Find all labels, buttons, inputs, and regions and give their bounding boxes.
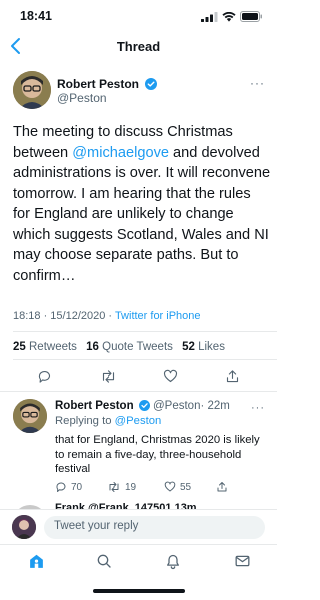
retweets-stat[interactable]: 25 Retweets — [13, 341, 77, 353]
mention-link[interactable]: @michaelgove — [72, 145, 169, 161]
like-icon[interactable] — [164, 481, 176, 493]
reply-retweet-action[interactable]: 19 — [107, 481, 136, 493]
reply-action-bar: 70 19 55 — [55, 481, 265, 495]
retweets-count: 25 — [13, 341, 26, 353]
reply-author-name[interactable]: Robert Peston — [55, 400, 134, 412]
main-tweet[interactable]: Robert Peston @Peston ··· The meeting to… — [0, 60, 277, 360]
replying-to-link[interactable]: @Peston — [115, 415, 162, 427]
navigation-header: Thread — [0, 34, 277, 60]
tweet-action-bar — [0, 369, 277, 389]
tweet-timestamp: 18:18 · 15/12/2020 — [13, 310, 106, 322]
reply-icon[interactable] — [55, 481, 67, 493]
replying-to: Replying to @Peston — [55, 415, 161, 427]
reply-input[interactable]: Tweet your reply — [44, 516, 265, 539]
reply-tweet[interactable]: Robert Peston @Peston· 22m ··· Replying … — [0, 395, 277, 495]
likes-count: 52 — [182, 341, 195, 353]
share-icon[interactable] — [216, 481, 228, 493]
reply-text: that for England, Christmas 2020 is like… — [55, 434, 260, 476]
bottom-tab-bar — [0, 544, 277, 578]
reply-like-action[interactable]: 55 — [164, 481, 191, 493]
likes-stat[interactable]: 52 Likes — [182, 341, 225, 353]
like-icon[interactable] — [163, 369, 178, 384]
page-title: Thread — [116, 39, 161, 54]
messages-icon[interactable] — [234, 553, 251, 569]
reply-share-action[interactable] — [216, 481, 228, 493]
reply-reply-action[interactable]: 70 — [55, 481, 82, 493]
user-avatar[interactable] — [12, 515, 36, 539]
tweet-stats: 25 Retweets 16 Quote Tweets 52 Likes — [13, 341, 231, 353]
more-options-button[interactable]: ··· — [250, 76, 265, 90]
likes-label: Likes — [198, 341, 225, 353]
like-count: 55 — [180, 481, 192, 493]
battery-icon — [240, 11, 262, 22]
divider — [13, 331, 277, 332]
retweets-label: Retweets — [29, 341, 77, 353]
avatar-image — [13, 71, 51, 109]
author-handle[interactable]: @Peston — [57, 91, 107, 105]
avatar-image — [13, 399, 47, 433]
replying-to-prefix: Replying to — [55, 415, 115, 427]
avatar[interactable] — [13, 399, 47, 433]
share-icon[interactable] — [225, 369, 240, 384]
reply-time: · 22m — [200, 400, 230, 412]
avatar[interactable] — [13, 71, 51, 109]
tweet-text: The meeting to discuss Christmas between… — [13, 122, 271, 286]
reply-header: Robert Peston @Peston· 22m — [55, 400, 230, 412]
verified-icon — [145, 78, 158, 90]
tweet-meta: 18:18 · 15/12/2020 · Twitter for iPhone — [13, 310, 201, 322]
quote-tweets-stat[interactable]: 16 Quote Tweets — [86, 341, 173, 353]
tweet-source-link[interactable]: Twitter for iPhone — [115, 310, 201, 322]
status-bar: 18:41 — [0, 0, 277, 34]
search-icon[interactable] — [96, 553, 112, 569]
reply-author-handle[interactable]: @Peston — [153, 400, 200, 412]
compose-reply-bar: Tweet your reply — [0, 509, 277, 544]
retweet-icon[interactable] — [107, 481, 121, 493]
divider — [13, 359, 277, 360]
home-icon[interactable] — [28, 553, 45, 570]
author-name[interactable]: Robert Peston — [57, 77, 139, 91]
quote-count: 16 — [86, 341, 99, 353]
user-avatar-image — [12, 515, 36, 539]
verified-icon — [138, 400, 150, 411]
reply-icon[interactable] — [37, 369, 52, 384]
home-indicator — [93, 589, 185, 593]
reply-count: 70 — [71, 481, 83, 493]
retweet-icon[interactable] — [100, 369, 117, 384]
wifi-icon — [222, 11, 236, 22]
tweet-text-end: and devolved administrations is over. It… — [13, 144, 271, 284]
status-icons — [201, 11, 263, 22]
retweet-count: 19 — [125, 481, 137, 493]
more-options-button[interactable]: ··· — [251, 402, 265, 414]
status-time: 18:41 — [20, 9, 52, 23]
divider — [0, 391, 277, 392]
quote-label: Quote Tweets — [102, 341, 173, 353]
meta-separator: · — [105, 310, 115, 322]
signal-icon — [201, 11, 218, 22]
notifications-icon[interactable] — [165, 553, 181, 570]
